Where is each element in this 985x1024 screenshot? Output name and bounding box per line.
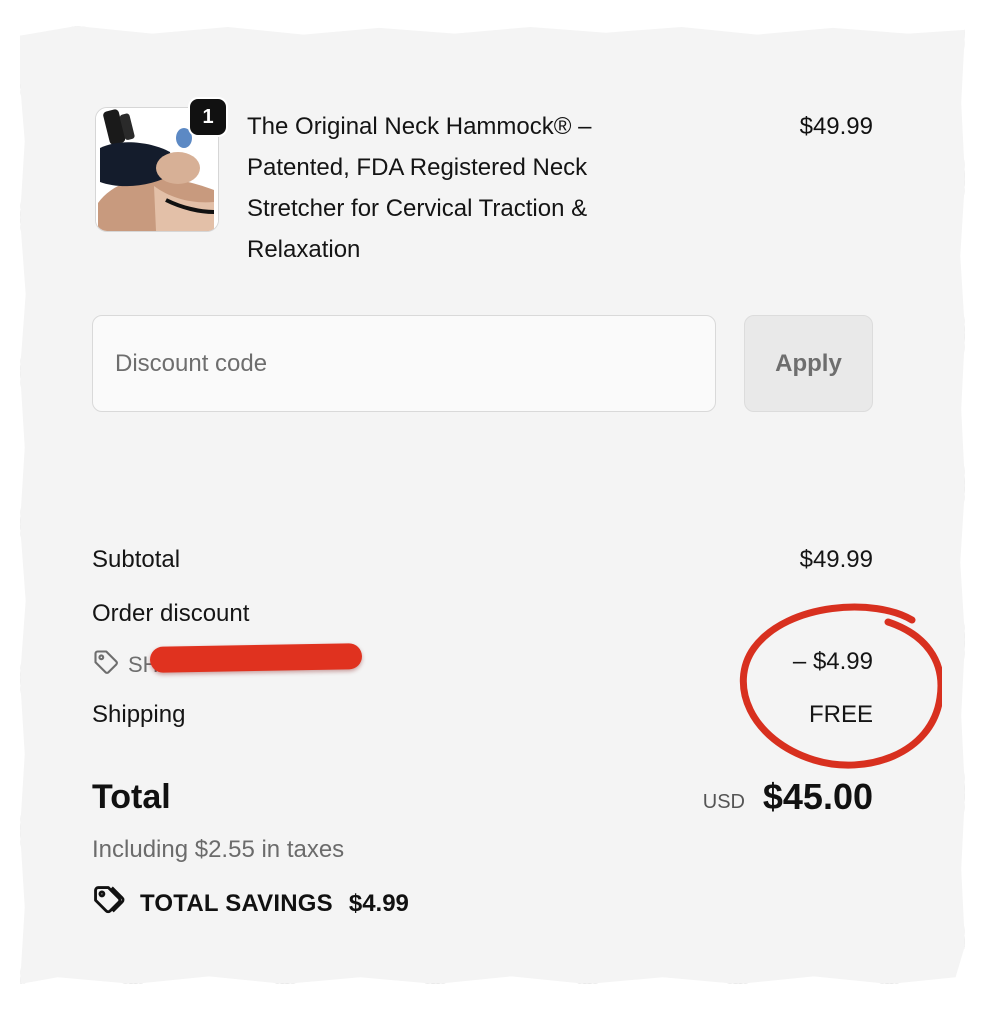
redaction-mark (149, 643, 363, 673)
subtotal-label: Subtotal (92, 546, 181, 573)
product-title: The Original Neck Hammock® – Patented, F… (247, 113, 592, 263)
discount-code-input[interactable] (92, 315, 716, 412)
total-savings-label: TOTAL SAVINGS (140, 889, 333, 917)
product-price: $49.99 (799, 113, 873, 140)
total-savings: TOTAL SAVINGS $4.99 (92, 884, 409, 923)
applied-discount-code: SH (92, 648, 159, 681)
order-discount-label: Order discount (92, 600, 250, 627)
apply-button[interactable]: Apply (744, 315, 873, 412)
total-currency: USD (702, 791, 745, 813)
shipping-label: Shipping (92, 701, 186, 728)
total-value: $45.00 (762, 776, 873, 817)
tax-note: Including $2.55 in taxes (92, 836, 345, 863)
annotation-circle (739, 603, 942, 769)
tag-icon (92, 648, 120, 681)
total-label: Total (92, 778, 171, 816)
subtotal-value: $49.99 (799, 546, 873, 573)
tags-icon (92, 884, 126, 923)
quantity-badge: 1 (188, 97, 228, 137)
total-savings-value: $4.99 (348, 889, 409, 917)
